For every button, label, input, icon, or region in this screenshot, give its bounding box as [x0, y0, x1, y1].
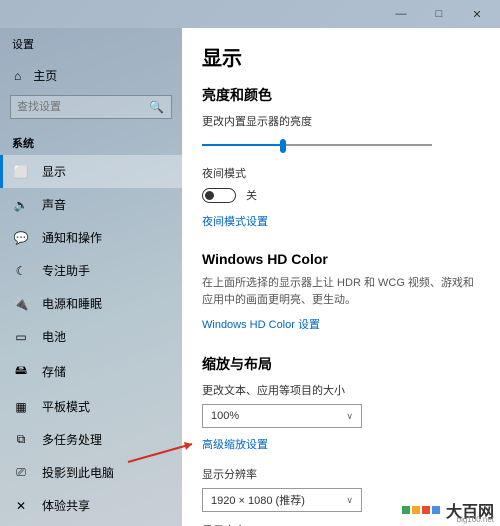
- advanced-scale-link[interactable]: 高级缩放设置: [202, 436, 268, 452]
- nav-label: 平板模式: [42, 398, 90, 415]
- scale-value: 100%: [211, 410, 239, 422]
- brightness-slider[interactable]: [202, 135, 432, 155]
- sidebar-item-10[interactable]: ✕ 体验共享: [0, 489, 182, 522]
- sidebar: 设置 ⌂ 主页 🔍 系统 ⬜ 显示 🔊 声音 💬 通知和操作 ☾ 专注助手 🔌 电源和睡眠 ▭ 电池 🖴…: [0, 28, 182, 526]
- sidebar-item-2[interactable]: 💬 通知和操作: [0, 221, 182, 254]
- scale-heading: 缩放与布局: [202, 354, 480, 374]
- watermark: 大百网 big100.net: [402, 498, 494, 522]
- slider-thumb[interactable]: [280, 139, 286, 153]
- app-name: 设置: [0, 28, 182, 60]
- section-label: 系统: [0, 129, 182, 155]
- sidebar-item-6[interactable]: 🖴 存储: [0, 353, 182, 390]
- sidebar-item-1[interactable]: 🔊 声音: [0, 188, 182, 221]
- search-input[interactable]: [10, 95, 172, 119]
- nav-icon: ☾: [14, 264, 28, 278]
- hdcolor-settings-link[interactable]: Windows HD Color 设置: [202, 316, 320, 332]
- watermark-logo: [402, 506, 440, 514]
- nav-label: 体验共享: [42, 497, 90, 514]
- nav-icon: ▦: [14, 400, 28, 414]
- minimize-button[interactable]: —: [394, 7, 408, 21]
- nav-icon: ⧉: [14, 432, 28, 447]
- hdcolor-heading: Windows HD Color: [202, 251, 480, 267]
- nav-icon: 🔊: [14, 198, 28, 212]
- chevron-down-icon: ∨: [346, 495, 353, 506]
- titlebar: — □ ✕: [0, 0, 500, 28]
- nav-icon: 🔌: [14, 297, 28, 311]
- nav-label: 专注助手: [42, 262, 90, 279]
- night-mode-label: 夜间模式: [202, 165, 480, 181]
- sidebar-item-9[interactable]: ⎚ 投影到此电脑: [0, 456, 182, 489]
- nav-label: 显示: [42, 163, 66, 180]
- sidebar-item-0[interactable]: ⬜ 显示: [0, 155, 182, 188]
- home-icon: ⌂: [14, 69, 21, 83]
- hdcolor-desc: 在上面所选择的显示器上让 HDR 和 WCG 视频、游戏和应用中的画面更明亮、更…: [202, 275, 480, 308]
- night-mode-state: 关: [246, 187, 257, 203]
- sidebar-item-3[interactable]: ☾ 专注助手: [0, 254, 182, 287]
- nav-icon: 💬: [14, 231, 28, 245]
- nav-label: 存储: [42, 363, 66, 380]
- nav-icon: ⬜: [14, 165, 28, 179]
- nav-icon: 🖴: [14, 361, 28, 382]
- nav-label: 电源和睡眠: [42, 295, 102, 312]
- nav-label: 多任务处理: [42, 431, 102, 448]
- nav-label: 通知和操作: [42, 229, 102, 246]
- chevron-down-icon: ∨: [346, 411, 353, 422]
- brightness-label: 更改内置显示器的亮度: [202, 113, 480, 129]
- resolution-combo[interactable]: 1920 × 1080 (推荐) ∨: [202, 488, 362, 512]
- nav-icon: ✕: [14, 499, 28, 513]
- orientation-label: 显示方向: [202, 522, 480, 526]
- sidebar-item-5[interactable]: ▭ 电池: [0, 320, 182, 353]
- scale-combo[interactable]: 100% ∨: [202, 404, 362, 428]
- home-link[interactable]: ⌂ 主页: [0, 60, 182, 91]
- brightness-heading: 亮度和颜色: [202, 85, 480, 105]
- sidebar-item-8[interactable]: ⧉ 多任务处理: [0, 423, 182, 456]
- resolution-label: 显示分辨率: [202, 466, 480, 482]
- scale-label: 更改文本、应用等项目的大小: [202, 382, 480, 398]
- sidebar-item-11[interactable]: 📋剪贴板: [0, 522, 182, 526]
- maximize-button[interactable]: □: [432, 7, 446, 21]
- night-mode-settings-link[interactable]: 夜间模式设置: [202, 213, 268, 229]
- close-button[interactable]: ✕: [470, 7, 484, 21]
- nav-icon: ⎚: [14, 465, 28, 480]
- nav-label: 声音: [42, 196, 66, 213]
- page-title: 显示: [202, 42, 480, 71]
- nav-icon: ▭: [14, 330, 28, 344]
- home-label: 主页: [33, 67, 57, 84]
- nav-label: 投影到此电脑: [42, 464, 114, 481]
- nav-label: 电池: [42, 328, 66, 345]
- sidebar-item-7[interactable]: ▦ 平板模式: [0, 390, 182, 423]
- search-icon: 🔍: [149, 100, 164, 114]
- night-mode-toggle[interactable]: [202, 188, 236, 203]
- sidebar-item-4[interactable]: 🔌 电源和睡眠: [0, 287, 182, 320]
- resolution-value: 1920 × 1080 (推荐): [211, 492, 305, 508]
- content-area: 显示 亮度和颜色 更改内置显示器的亮度 夜间模式 关 夜间模式设置 Window…: [182, 28, 500, 526]
- watermark-sub: big100.net: [457, 515, 494, 524]
